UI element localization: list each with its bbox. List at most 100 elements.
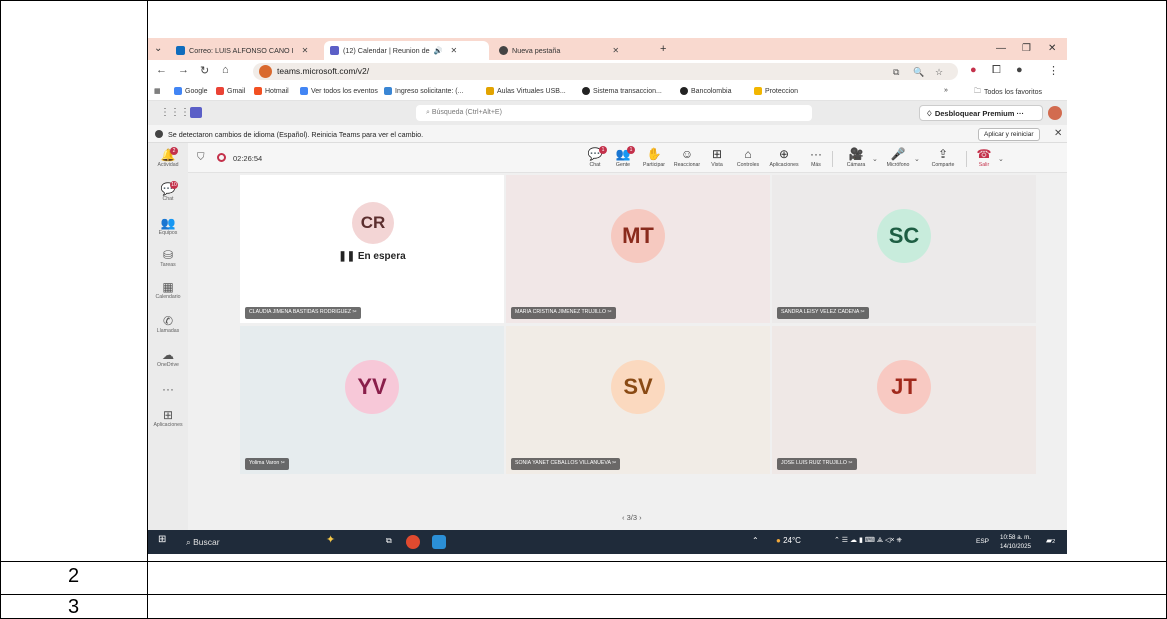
control-leave[interactable]: ☎ Salir <box>972 146 996 168</box>
close-tab-icon[interactable]: ✕ <box>612 46 619 55</box>
audio-icon[interactable]: 🔊 <box>434 46 443 55</box>
taskbar-search[interactable]: ⌕ Buscar <box>180 534 320 550</box>
participant-tile[interactable]: YV Yolima Varon ✂ <box>240 326 504 474</box>
rail-item-onedrive[interactable]: ☁ OneDrive <box>148 349 188 369</box>
control-share[interactable]: ⇪ Comparte <box>926 146 960 168</box>
control-camera[interactable]: 🎥 Cámara <box>840 146 872 168</box>
bookmark-gmail[interactable]: Gmail <box>216 87 245 95</box>
rail-item-chat[interactable]: 💬 10 Chat <box>148 181 188 202</box>
participant-tile[interactable]: SC SANDRA LEISY VELEZ CADENA ✂ <box>772 175 1036 323</box>
control-react[interactable]: ☺ Reaccionar <box>672 146 702 168</box>
profile-icon[interactable]: ● <box>1016 64 1023 76</box>
rail-item-llamadas[interactable]: ✆ Llamadas <box>148 315 188 335</box>
chrome-taskbar-icon[interactable] <box>406 535 420 549</box>
install-icon[interactable]: ⧉ <box>893 67 899 78</box>
chrome-menu-icon[interactable]: ⋮ <box>1048 64 1059 77</box>
control-label: Más <box>811 162 821 168</box>
apply-restart-button[interactable]: Aplicar y reiniciar <box>978 128 1040 141</box>
rail-item-calendario[interactable]: ▦ Calendario <box>148 281 188 301</box>
reload-icon[interactable]: ↻ <box>200 64 209 77</box>
bookmark-events[interactable]: Ver todos los eventos <box>300 87 378 95</box>
control-view[interactable]: ⊞ Vista <box>706 146 728 168</box>
notification-center-icon[interactable]: ▰2 <box>1046 536 1055 545</box>
rail-item-more[interactable]: ··· <box>148 383 188 396</box>
more-bookmarks-icon[interactable]: » <box>944 87 948 94</box>
shield-icon[interactable]: ⛉ <box>197 152 205 163</box>
bookmark-proteccion[interactable]: Proteccion <box>754 87 798 95</box>
zoom-icon[interactable]: 🔍 <box>913 67 924 78</box>
user-avatar[interactable] <box>1048 106 1062 120</box>
app-launcher-icon[interactable]: ⋮⋮⋮ <box>160 107 190 118</box>
tab-new[interactable]: Nueva pestaña ✕ <box>493 41 653 60</box>
url-text[interactable]: teams.microsoft.com/v2/ <box>277 66 369 76</box>
taskbar-clock[interactable]: 10:58 a. m. 14/10/2025 <box>1000 533 1031 551</box>
chevron-down-icon[interactable]: ⌄ <box>914 155 920 163</box>
participant-name: CLAUDIA JIMENA BASTIDAS RODRIGUEZ ✂ <box>245 307 361 319</box>
bookmark-bancolombia[interactable]: Bancolombia <box>680 87 731 95</box>
bookmark-hotmail[interactable]: Hotmail <box>254 87 289 95</box>
forward-icon[interactable]: → <box>178 64 189 76</box>
tab-title: (12) Calendar | Reunion de <box>343 46 430 55</box>
rail-item-equipos[interactable]: 👥 Equipos <box>148 217 188 237</box>
control-microphone[interactable]: 🎤 Micrófono <box>882 146 914 168</box>
chevron-up-icon[interactable]: ⌃ <box>752 536 759 545</box>
bookmark-google[interactable]: Google <box>174 87 208 95</box>
tab-title: Nueva pestaña <box>512 46 561 55</box>
language-indicator[interactable]: ESP <box>976 538 989 545</box>
omnibox[interactable]: teams.microsoft.com/v2/ ⧉ 🔍 ☆ <box>253 63 958 80</box>
teams-search-input[interactable]: ⌕ Búsqueda (Ctrl+Alt+E) <box>416 105 812 121</box>
rail-item-tareas[interactable]: ⛁ Tareas <box>148 249 188 269</box>
all-favorites[interactable]: 🗀 Todos los favoritos <box>974 87 1042 98</box>
control-chat[interactable]: 💬 1 Chat <box>584 146 607 168</box>
participant-tile[interactable]: JT JOSE LUIS RUIZ TRUJILLO ✂ <box>772 326 1036 474</box>
close-notice-icon[interactable]: ✕ <box>1054 128 1062 139</box>
new-tab-button[interactable]: + <box>660 43 666 55</box>
home-icon[interactable]: ⌂ <box>222 64 229 76</box>
rail-item-aplicaciones[interactable]: ⊞ Aplicaciones <box>148 409 188 429</box>
weather-widget[interactable]: ● 24°C <box>776 536 801 545</box>
more-icon[interactable]: ··· <box>1017 109 1025 118</box>
control-more[interactable]: ··· Más <box>806 146 826 168</box>
participant-tile[interactable]: MT MARIA CRISTINA JIMENEZ TRUJILLO ✂ <box>506 175 770 323</box>
apps-grid-icon[interactable]: ▦ <box>154 87 161 95</box>
windows-start-icon[interactable]: ⊞ <box>158 534 166 545</box>
restore-icon[interactable]: ❐ <box>1022 43 1031 54</box>
copilot-sparkle-icon[interactable]: ✦ <box>326 533 335 546</box>
control-people[interactable]: 👥 1 Gente <box>612 146 635 168</box>
bookmark-ingreso[interactable]: Ingreso solicitante: (... <box>384 87 463 95</box>
control-raise-hand[interactable]: ✋ Participar <box>640 146 668 168</box>
bookmark-aulas[interactable]: Aulas Virtuales USB... <box>486 87 566 95</box>
tab-mail[interactable]: Correo: LUIS ALFONSO CANO I ✕ <box>170 41 322 60</box>
bookmark-sistema[interactable]: Sistema transaccion... <box>582 87 662 95</box>
premium-label: Desbloquear Premium <box>934 109 1015 118</box>
back-icon[interactable]: ← <box>156 64 167 76</box>
task-view-icon[interactable]: ⧉ <box>386 536 392 546</box>
site-info-icon[interactable] <box>259 65 272 78</box>
chevron-down-icon[interactable]: ⌄ <box>998 155 1004 163</box>
tab-calendar[interactable]: (12) Calendar | Reunion de 🔊 ✕ <box>324 41 489 60</box>
mic-muted-icon: ✂ <box>280 460 286 466</box>
tab-search-icon[interactable]: ⌄ <box>154 43 162 54</box>
app-taskbar-icon[interactable] <box>432 535 446 549</box>
close-tab-icon[interactable]: ✕ <box>451 46 458 55</box>
unlock-premium-button[interactable]: ♢ Desbloquear Premium ··· <box>919 105 1043 121</box>
bookmark-star-icon[interactable]: ☆ <box>935 67 943 78</box>
chevron-down-icon[interactable]: ⌄ <box>872 155 878 163</box>
participant-tile[interactable]: CR ❚❚ En espera CLAUDIA JIMENA BASTIDAS … <box>240 175 504 323</box>
rail-item-actividad[interactable]: 🔔 2 Actividad <box>148 147 188 168</box>
extensions-puzzle-icon[interactable]: ⧠ <box>992 64 1001 77</box>
gallery-pager[interactable]: ‹ 3/3 › <box>622 513 642 522</box>
participant-tile[interactable]: SV SONIA YANET CEBALLOS VILLANUEVA ✂ <box>506 326 770 474</box>
extension-icon[interactable]: ● <box>970 64 977 76</box>
mic-muted-icon: ✂ <box>352 309 357 315</box>
close-window-icon[interactable]: ✕ <box>1048 43 1056 54</box>
control-apps[interactable]: ⊕ Aplicaciones <box>766 146 802 168</box>
minimize-icon[interactable]: — <box>996 43 1006 54</box>
tray-icons[interactable]: ⌃ ☰ ☁ ▮ ⌨ ⟁ ◁× ⎈ <box>834 536 902 545</box>
weather-temp: 24°C <box>783 536 801 545</box>
control-label: Vista <box>711 162 723 168</box>
meeting-control-bar: ⛉ 02:26:54 💬 1 Chat 👥 1 Gente ✋ Particip… <box>188 143 1067 173</box>
address-bar-row: ← → ↻ ⌂ teams.microsoft.com/v2/ ⧉ 🔍 ☆ ● … <box>148 60 1067 82</box>
control-controls[interactable]: ⌂ Controles <box>734 146 762 168</box>
close-tab-icon[interactable]: ✕ <box>302 46 309 55</box>
